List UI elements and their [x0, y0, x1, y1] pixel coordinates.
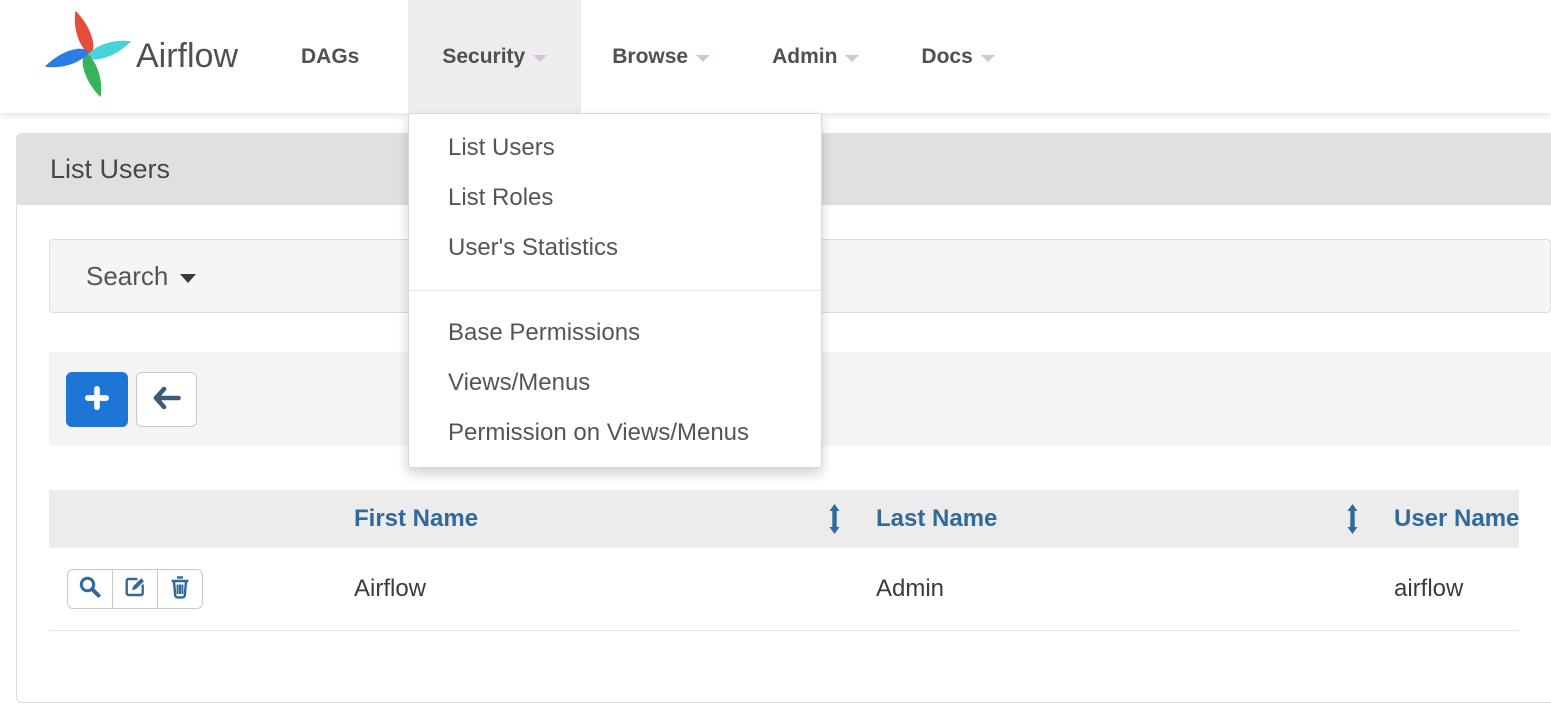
- edit-record-button[interactable]: [112, 569, 158, 609]
- menu-item-views-menus[interactable]: Views/Menus: [409, 358, 821, 408]
- menu-item-list-users[interactable]: List Users: [409, 123, 821, 173]
- page-title: List Users: [50, 154, 170, 185]
- sort-arrows-icon: [1345, 504, 1360, 534]
- nav-item-admin[interactable]: Admin: [741, 0, 890, 113]
- nav-item-browse[interactable]: Browse: [581, 0, 741, 113]
- cell-user-name: airflow: [1369, 548, 1519, 630]
- page: Airflow DAGs Security Browse Admin Docs: [0, 0, 1551, 712]
- plus-icon: [84, 385, 110, 414]
- security-dropdown-menu: List Users List Roles User's Statistics …: [408, 113, 822, 468]
- chevron-down-icon: [845, 55, 859, 62]
- menu-item-permission-on-views-menus[interactable]: Permission on Views/Menus: [409, 408, 821, 458]
- caret-down-icon: [180, 274, 196, 283]
- chevron-down-icon: [533, 55, 547, 62]
- airflow-pinwheel-logo-icon: [42, 9, 134, 104]
- brand-home-link[interactable]: Airflow: [42, 0, 238, 113]
- navbar: Airflow DAGs Security Browse Admin Docs: [0, 0, 1551, 113]
- actions-column-header: [49, 490, 329, 548]
- row-actions-group: [67, 569, 203, 609]
- nav-item-docs[interactable]: Docs: [890, 0, 1025, 113]
- show-record-button[interactable]: [67, 569, 113, 609]
- column-header-first-name[interactable]: First Name: [329, 490, 851, 548]
- nav-item-security[interactable]: Security: [408, 0, 581, 113]
- menu-divider: [409, 290, 821, 291]
- table-header-row: First Name Last Name: [49, 490, 1519, 548]
- menu-item-list-roles[interactable]: List Roles: [409, 173, 821, 223]
- cell-first-name: Airflow: [329, 548, 851, 630]
- menu-item-users-statistics[interactable]: User's Statistics: [409, 223, 821, 273]
- magnifier-icon: [78, 575, 102, 602]
- back-button[interactable]: [136, 372, 197, 427]
- column-header-last-name[interactable]: Last Name: [851, 490, 1369, 548]
- users-table: First Name Last Name: [49, 490, 1519, 631]
- main-nav: DAGs Security Browse Admin Docs: [270, 0, 1026, 113]
- search-label: Search: [86, 261, 168, 292]
- sort-arrows-icon: [827, 504, 842, 534]
- nav-item-dags[interactable]: DAGs: [270, 0, 390, 113]
- column-header-user-name[interactable]: User Name: [1369, 490, 1519, 548]
- menu-item-base-permissions[interactable]: Base Permissions: [409, 308, 821, 358]
- chevron-down-icon: [696, 55, 710, 62]
- chevron-down-icon: [981, 55, 995, 62]
- row-actions-cell: [49, 548, 329, 630]
- delete-record-button[interactable]: [157, 569, 203, 609]
- edit-pencil-icon: [123, 575, 147, 602]
- table-row: Airflow Admin airflow: [49, 548, 1519, 630]
- trash-icon: [169, 575, 191, 602]
- left-arrow-icon: [152, 386, 182, 413]
- add-user-button[interactable]: [66, 372, 128, 427]
- cell-last-name: Admin: [851, 548, 1369, 630]
- brand-label: Airflow: [136, 37, 238, 76]
